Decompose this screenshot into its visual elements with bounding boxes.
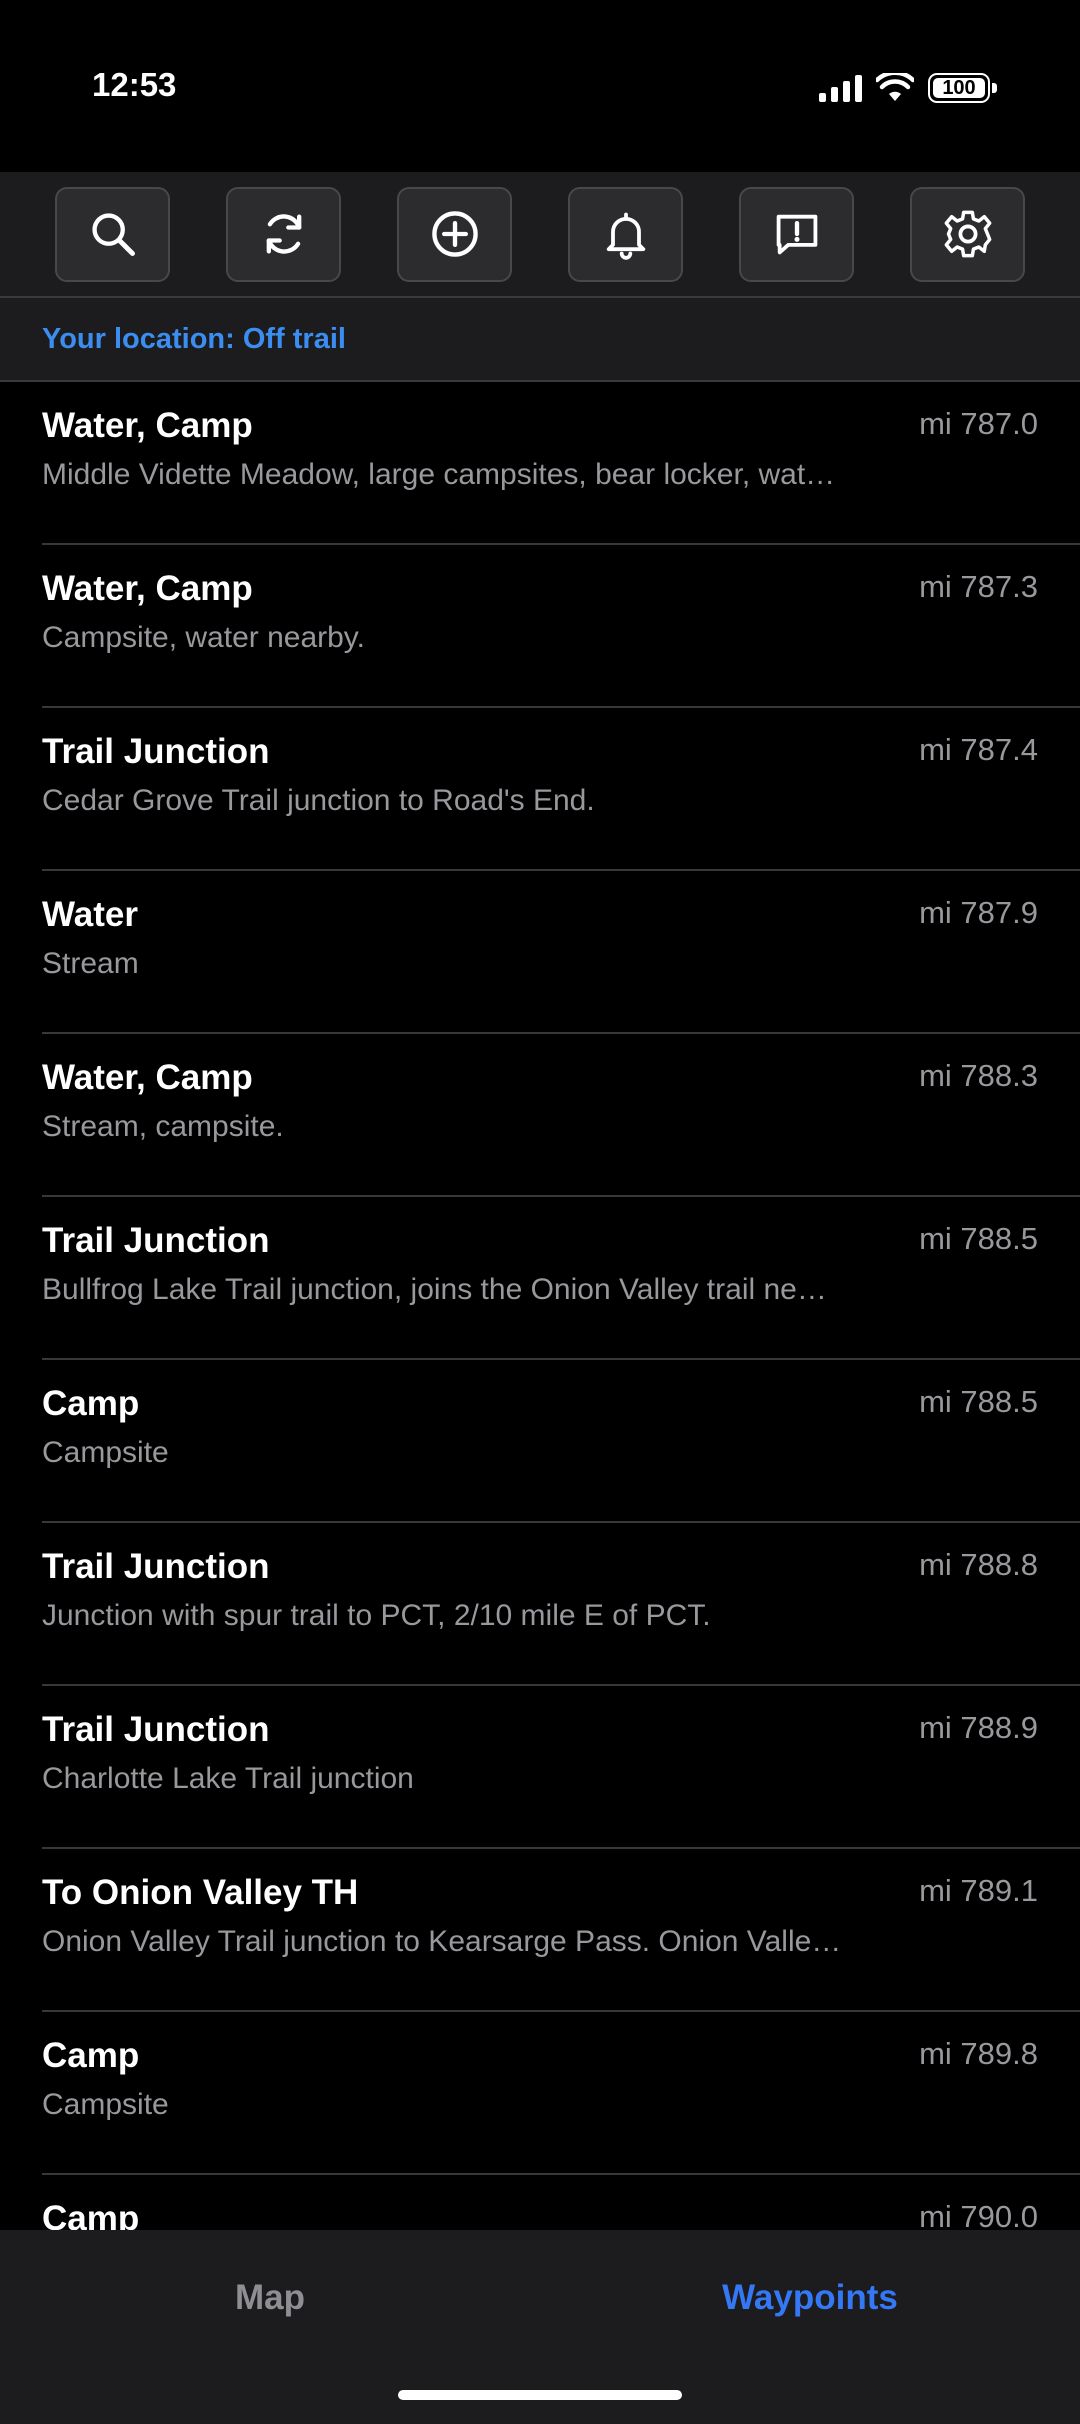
waypoint-title: Trail Junction xyxy=(42,1710,270,1749)
waypoint-row[interactable]: Camp Campsite mi 789.8 xyxy=(42,2012,1080,2175)
waypoint-title: Trail Junction xyxy=(42,732,270,771)
plus-circle-icon xyxy=(431,211,478,257)
home-indicator[interactable] xyxy=(398,2390,682,2400)
location-bar: Your location: Off trail xyxy=(0,298,1080,382)
waypoint-title: Water xyxy=(42,895,138,934)
waypoint-row[interactable]: Trail Junction Cedar Grove Trail junctio… xyxy=(42,708,1080,871)
waypoint-mile: mi 788.9 xyxy=(919,1710,1038,1745)
search-button[interactable] xyxy=(55,186,170,282)
search-icon xyxy=(91,213,135,256)
status-icons: 100 xyxy=(819,70,997,106)
waypoint-mile: mi 787.3 xyxy=(919,569,1038,604)
waypoint-row[interactable]: To Onion Valley TH Onion Valley Trail ju… xyxy=(42,1849,1080,2012)
tab-bar: Map Waypoints xyxy=(0,2230,1080,2424)
waypoint-row[interactable]: Camp Campsite mi 788.5 xyxy=(42,1360,1080,1523)
waypoint-title: Trail Junction xyxy=(42,1547,270,1586)
waypoint-description: Stream, campsite. xyxy=(42,1110,284,1143)
notifications-button[interactable] xyxy=(568,186,683,282)
waypoint-description: Campsite xyxy=(42,1436,169,1469)
wifi-icon xyxy=(876,73,914,101)
waypoint-title: Water, Camp xyxy=(42,1058,253,1097)
tab-map[interactable]: Map xyxy=(0,2278,540,2318)
settings-button[interactable] xyxy=(910,186,1025,282)
waypoint-mile: mi 788.8 xyxy=(919,1547,1038,1582)
waypoint-description: Campsite xyxy=(42,2088,169,2121)
waypoint-title: Water, Camp xyxy=(42,569,253,608)
waypoint-title: Trail Junction xyxy=(42,1221,270,1260)
gear-icon xyxy=(944,210,991,258)
waypoint-title: Water, Camp xyxy=(42,406,253,445)
waypoint-mile: mi 789.8 xyxy=(919,2036,1038,2071)
waypoint-description: Onion Valley Trail junction to Kearsarge… xyxy=(42,1925,842,1958)
bell-icon xyxy=(606,212,645,260)
waypoint-row[interactable]: Trail Junction Bullfrog Lake Trail junct… xyxy=(42,1197,1080,1360)
waypoint-row[interactable]: Water, Camp Campsite, water nearby. mi 7… xyxy=(42,545,1080,708)
status-bar: 12:53 100 xyxy=(0,0,1080,172)
waypoint-title: Camp xyxy=(42,2199,140,2230)
battery-icon: 100 xyxy=(928,73,997,103)
waypoint-description: Bullfrog Lake Trail junction, joins the … xyxy=(42,1273,827,1306)
battery-level: 100 xyxy=(942,76,976,99)
waypoint-mile: mi 787.4 xyxy=(919,732,1038,767)
add-button[interactable] xyxy=(397,186,512,282)
waypoint-mile: mi 787.0 xyxy=(919,406,1038,441)
waypoint-description: Charlotte Lake Trail junction xyxy=(42,1762,414,1795)
waypoint-list[interactable]: Water, Camp Middle Vidette Meadow, large… xyxy=(0,382,1080,2230)
waypoint-description: Campsite, water nearby. xyxy=(42,621,365,654)
waypoint-row[interactable]: Water, Camp Middle Vidette Meadow, large… xyxy=(42,382,1080,545)
waypoint-title: To Onion Valley TH xyxy=(42,1873,359,1912)
waypoint-mile: mi 787.9 xyxy=(919,895,1038,930)
waypoint-mile: mi 788.3 xyxy=(919,1058,1038,1093)
waypoint-title: Camp xyxy=(42,2036,140,2075)
feedback-button[interactable] xyxy=(739,186,854,282)
sync-button[interactable] xyxy=(226,186,341,282)
toolbar xyxy=(0,172,1080,298)
waypoint-description: Stream xyxy=(42,947,139,980)
waypoint-mile: mi 788.5 xyxy=(919,1221,1038,1256)
location-status: Your location: Off trail xyxy=(42,322,346,355)
waypoint-description: Middle Vidette Meadow, large campsites, … xyxy=(42,458,836,491)
waypoint-mile: mi 789.1 xyxy=(919,1873,1038,1908)
waypoint-mile: mi 790.0 xyxy=(919,2199,1038,2230)
waypoint-description: Junction with spur trail to PCT, 2/10 mi… xyxy=(42,1599,711,1632)
waypoint-title: Camp xyxy=(42,1384,140,1423)
waypoint-row[interactable]: Water, Camp Stream, campsite. mi 788.3 xyxy=(42,1034,1080,1197)
sync-icon xyxy=(266,214,301,254)
waypoint-mile: mi 788.5 xyxy=(919,1384,1038,1419)
message-alert-icon xyxy=(776,214,817,255)
waypoint-row[interactable]: Trail Junction Charlotte Lake Trail junc… xyxy=(42,1686,1080,1849)
tab-waypoints[interactable]: Waypoints xyxy=(540,2278,1080,2318)
waypoint-row[interactable]: Water Stream mi 787.9 xyxy=(42,871,1080,1034)
status-time: 12:53 xyxy=(92,66,177,103)
waypoint-row[interactable]: Trail Junction Junction with spur trail … xyxy=(42,1523,1080,1686)
waypoint-description: Cedar Grove Trail junction to Road's End… xyxy=(42,784,595,817)
waypoint-row[interactable]: Camp mi 790.0 xyxy=(42,2175,1080,2230)
signal-icon xyxy=(819,74,862,102)
